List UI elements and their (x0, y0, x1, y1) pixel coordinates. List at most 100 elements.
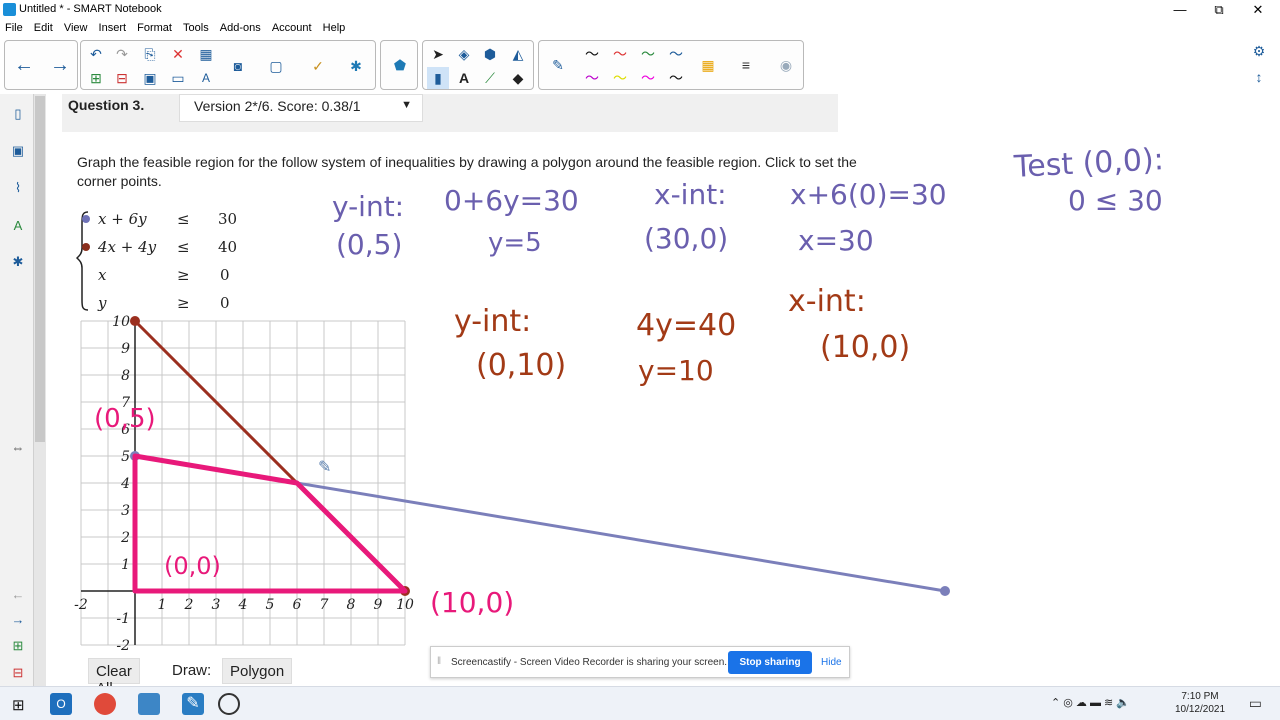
menu-insert[interactable]: Insert (99, 20, 127, 37)
handwriting-eq-1: 0+6y=30 (444, 184, 579, 217)
menu-tools[interactable]: Tools (183, 20, 209, 37)
drag-grip-icon[interactable]: ‖ (437, 656, 441, 667)
notebook-page[interactable]: Question 3. Version 2*/6. Score: 0.38/1 … (46, 94, 1280, 686)
smart-notebook-taskbar-icon[interactable] (138, 693, 160, 715)
shapes-icon[interactable]: ◈ (453, 43, 475, 65)
camera-icon[interactable]: ◙ (227, 55, 249, 77)
pen-cursor-icon: ✎ (318, 459, 332, 476)
select-arrow-icon[interactable]: ➤ (427, 43, 449, 65)
addon-icon[interactable]: ✱ (345, 55, 367, 77)
x-tick-label: 3 (212, 597, 221, 613)
back-arrow-icon[interactable]: ← (13, 54, 35, 76)
handwriting-x-1: x=30 (798, 224, 874, 257)
notebook-taskbar-icon[interactable]: ✎ (182, 693, 204, 715)
menu-view[interactable]: View (64, 20, 88, 37)
handwriting-eq-3: 4y=40 (636, 308, 737, 343)
screen-shade-icon[interactable]: ▭ (167, 67, 189, 89)
table-icon[interactable]: ▦ (195, 43, 217, 65)
maximize-button[interactable]: ⧉ (1199, 0, 1239, 20)
paste-icon[interactable]: ⎘ (139, 43, 161, 65)
pen-magenta-icon[interactable]: 〜 (581, 67, 603, 89)
vertical-scrollbar[interactable] (34, 94, 46, 686)
polygon-button[interactable]: Polygon (222, 658, 293, 684)
addons-tab-icon[interactable]: ✱ (8, 252, 28, 272)
screen-capture-icon[interactable]: ▢ (265, 55, 287, 77)
properties-tab-icon[interactable]: A (8, 215, 28, 235)
resize-handle-icon[interactable]: ⇔ (8, 437, 28, 457)
text-size-icon[interactable]: A (195, 67, 217, 89)
handwriting-yint-1: y-int: (332, 190, 405, 223)
properties-icon[interactable]: ◉ (775, 54, 797, 76)
delete-page-icon[interactable]: ⊟ (111, 67, 133, 89)
redo-icon[interactable]: ↷ (111, 43, 133, 65)
menu-addons[interactable]: Add-ons (220, 20, 261, 37)
settings-gear-icon[interactable]: ⚙ (1248, 40, 1270, 62)
add-page-icon[interactable]: ⊞ (85, 67, 107, 89)
notification-icon[interactable]: ▭ (1249, 695, 1262, 712)
menu-edit[interactable]: Edit (34, 20, 53, 37)
pen-red-icon[interactable]: 〜 (609, 43, 631, 65)
menu-help[interactable]: Help (323, 20, 346, 37)
y-tick-label: -2 (116, 638, 130, 654)
pen-blue-icon[interactable]: 〜 (665, 43, 687, 65)
y-tick-label: 9 (121, 341, 130, 357)
pen-icon[interactable]: ✎ (547, 54, 569, 76)
menu-file[interactable]: File (5, 20, 23, 37)
line-style-icon[interactable]: ≡ (735, 54, 757, 76)
outlook-icon[interactable]: O (50, 693, 72, 715)
menu-account[interactable]: Account (272, 20, 312, 37)
y-tick-label: -1 (116, 611, 130, 627)
pens-icon[interactable]: ▮ (427, 67, 449, 89)
menu-format[interactable]: Format (137, 20, 172, 37)
clock-time: 7:10 PM (1181, 691, 1219, 702)
pen-dashed-icon[interactable]: 〜 (665, 67, 687, 89)
stop-sharing-button[interactable]: Stop sharing (728, 651, 812, 674)
delete-page-sb-icon[interactable]: ⊟ (8, 663, 28, 683)
scroll-thumb[interactable] (35, 96, 45, 442)
minimize-button[interactable]: — (1160, 0, 1200, 20)
fill-icon[interactable]: ◭ (507, 43, 529, 65)
next-page-icon[interactable]: → (8, 609, 28, 629)
y-tick-label: 3 (121, 503, 130, 519)
handwriting-xint-1-point: (30,0) (644, 222, 729, 255)
line-icon[interactable]: ⟋ (479, 67, 501, 89)
chrome-icon[interactable] (94, 693, 116, 715)
graph-label-0-5: (0,5) (94, 404, 156, 434)
toolbar-move-icon[interactable]: ↕ (1248, 66, 1270, 88)
polygon-icon[interactable]: ⬢ (479, 43, 501, 65)
screen-share-bar: ‖ Screencastify - Screen Video Recorder … (430, 646, 850, 678)
gallery-icon[interactable]: ▣ (8, 141, 28, 161)
taskbar-clock[interactable]: 7:10 PM 10/12/2021 (1170, 690, 1230, 716)
edit-group: ↶ ↷ ⎘ ✕ ▦ ⊞ ⊟ ▣ ▭ A ◙ ▢ ✓ ✱ (80, 40, 376, 90)
x-tick-label: 8 (347, 597, 356, 613)
handwriting-yint-2: y-int: (454, 304, 532, 339)
add-page-sb-icon[interactable]: ⊞ (8, 636, 28, 656)
text-icon[interactable]: A (453, 67, 475, 89)
constraint-endpoint (940, 586, 950, 596)
delete-icon[interactable]: ✕ (167, 43, 189, 65)
prev-page-icon[interactable]: ← (8, 584, 28, 604)
clear-all-button[interactable]: Clear All (88, 658, 140, 686)
pen-pink-icon[interactable]: 〜 (637, 67, 659, 89)
window-title: Untitled * - SMART Notebook (19, 3, 162, 15)
eraser-icon[interactable]: ◆ (507, 67, 529, 89)
page-sorter-icon[interactable]: ▯ (8, 104, 28, 124)
x-tick-label: 1 (158, 597, 167, 613)
clock-app-icon[interactable] (218, 693, 240, 715)
color-grid-icon[interactable]: ▦ (697, 54, 719, 76)
undo-icon[interactable]: ↶ (85, 43, 107, 65)
pen-yellow-icon[interactable]: 〜 (609, 67, 631, 89)
x-tick-label: 6 (293, 597, 302, 613)
pen-black-icon[interactable]: 〜 (581, 43, 603, 65)
forward-arrow-icon[interactable]: → (49, 54, 71, 76)
handwriting-yint-1-point: (0,5) (336, 228, 403, 261)
activity-builder-icon[interactable]: ⬟ (389, 54, 411, 76)
response-icon[interactable]: ✓ (307, 55, 329, 77)
save-icon[interactable]: ▣ (139, 67, 161, 89)
start-windows-icon[interactable]: ⊞ (12, 696, 25, 714)
handwriting-xint-2-point: (10,0) (820, 330, 911, 365)
attachments-icon[interactable]: ⌇ (8, 178, 28, 198)
pen-green-icon[interactable]: 〜 (637, 43, 659, 65)
hide-button[interactable]: Hide (821, 657, 842, 668)
close-button[interactable]: ✕ (1238, 0, 1278, 20)
